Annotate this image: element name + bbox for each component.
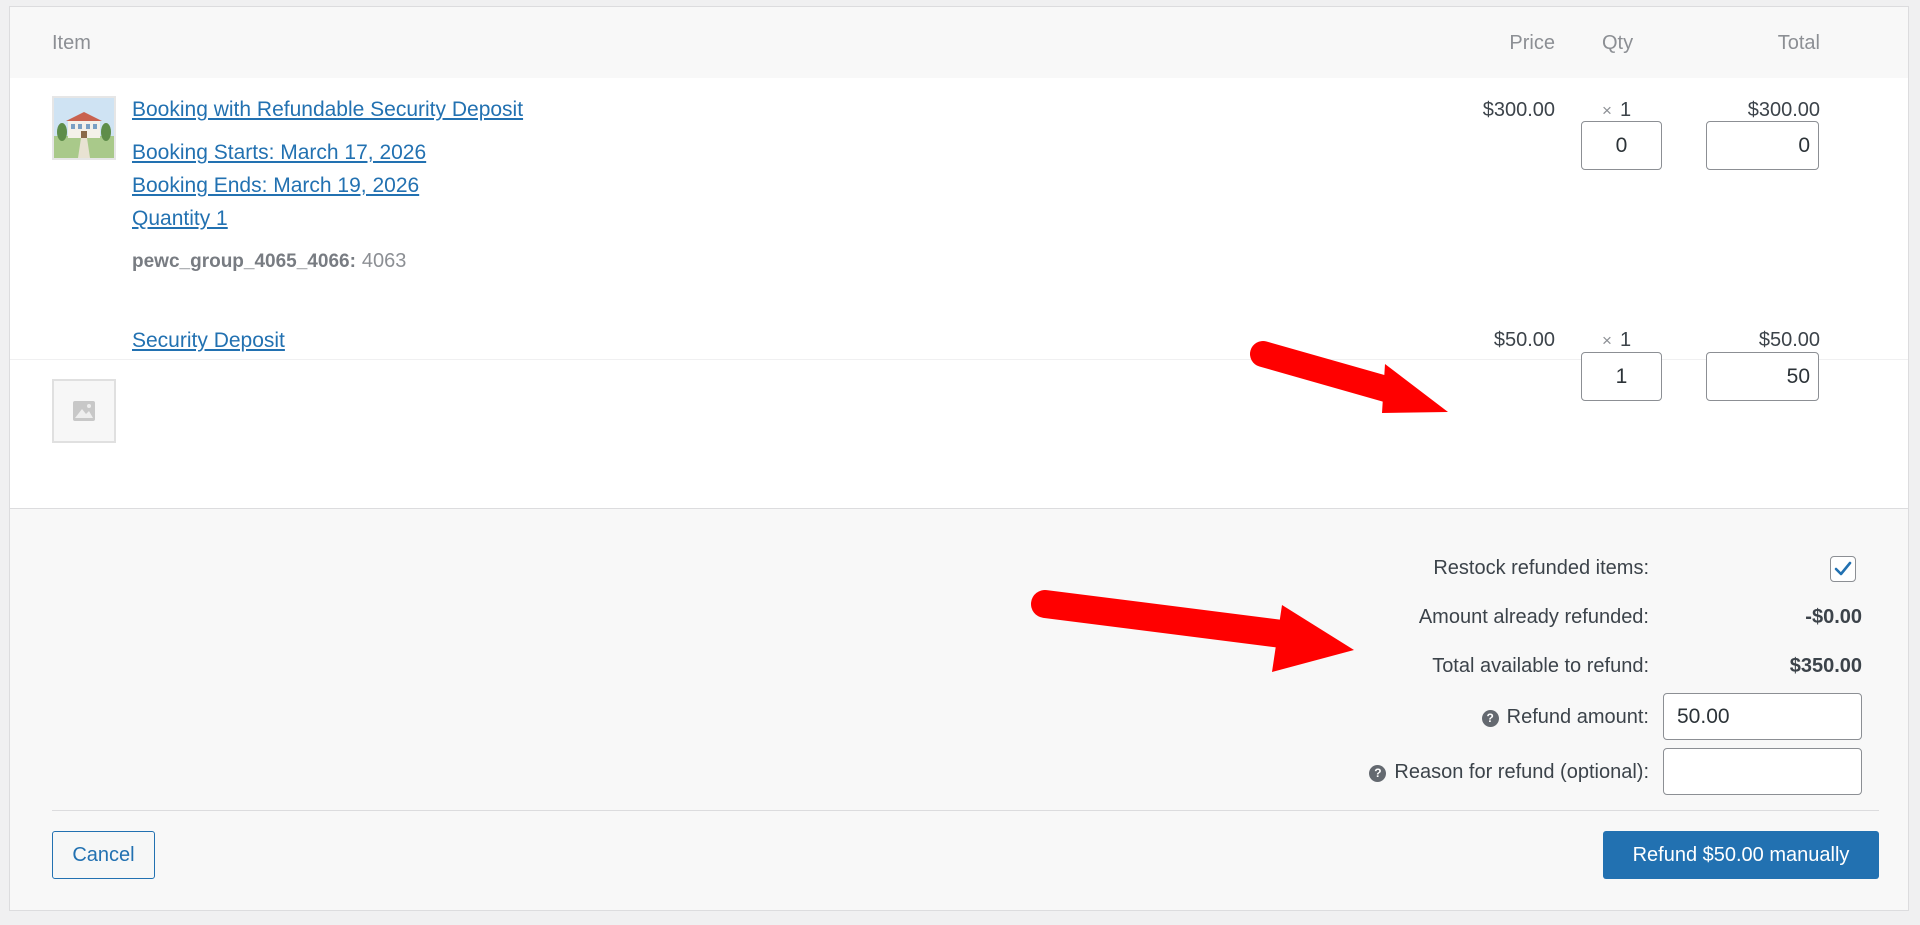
- row1-total: $300.00: [1747, 99, 1820, 121]
- refund-total-value-row2: 50: [1786, 364, 1810, 388]
- refund-qty-input-row1[interactable]: 0: [1581, 121, 1662, 170]
- villa-image: [54, 98, 114, 158]
- product-thumbnail-villa[interactable]: [52, 96, 116, 160]
- product-link-booking[interactable]: Booking with Refundable Security Deposit: [132, 98, 523, 122]
- help-icon[interactable]: ?: [1481, 710, 1499, 727]
- refund-reason-input[interactable]: [1663, 748, 1862, 795]
- checkmark-icon: [1834, 561, 1852, 576]
- restock-checkbox[interactable]: [1830, 556, 1856, 582]
- header-total: Total: [1777, 32, 1820, 54]
- available-to-refund-value: $350.00: [1789, 655, 1862, 677]
- row2-price: $50.00: [1493, 329, 1555, 351]
- items-table-body: Booking with Refundable Security Deposit…: [10, 78, 1908, 509]
- booking-starts-link[interactable]: Booking Starts: March 17, 2026: [132, 141, 426, 165]
- refund-amount-input[interactable]: 50.00: [1663, 693, 1862, 740]
- refund-qty-input-row2[interactable]: 1: [1581, 352, 1662, 401]
- times-icon: ×: [1602, 101, 1612, 120]
- items-table-header: Item Price Qty Total: [10, 7, 1908, 79]
- cancel-button[interactable]: Cancel: [52, 831, 155, 879]
- meta-value: 4063: [361, 250, 407, 272]
- refund-total-input-row1[interactable]: 0: [1706, 121, 1819, 170]
- product-link-security-deposit[interactable]: Security Deposit: [132, 329, 285, 353]
- available-to-refund-label: Total available to refund:: [1432, 655, 1649, 677]
- refund-qty-value-row1: 0: [1615, 133, 1628, 157]
- refund-qty-value-row2: 1: [1615, 364, 1628, 388]
- header-price: Price: [1509, 32, 1555, 54]
- refund-manually-button[interactable]: Refund $50.00 manually: [1603, 831, 1879, 879]
- restock-label: Restock refunded items:: [1433, 557, 1649, 579]
- help-icon[interactable]: ?: [1369, 765, 1387, 782]
- refund-reason-label: ? Reason for refund (optional):: [1369, 761, 1649, 784]
- header-qty: Qty: [1602, 32, 1634, 54]
- quantity-link[interactable]: Quantity 1: [132, 207, 228, 231]
- refund-reason-label-text: Reason for refund (optional):: [1394, 761, 1649, 783]
- refund-amount-label-text: Refund amount:: [1506, 706, 1649, 728]
- row2-qty-value: 1: [1619, 329, 1632, 351]
- meta-pewc-group: pewc_group_4065_4066: 4063: [132, 250, 406, 273]
- refund-order-panel: Item Price Qty Total Booking with Refund…: [9, 6, 1909, 911]
- refund-amount-label: ? Refund amount:: [1481, 706, 1649, 729]
- refund-total-value-row1: 0: [1798, 133, 1810, 157]
- header-item: Item: [52, 32, 91, 54]
- refund-total-input-row2[interactable]: 50: [1706, 352, 1819, 401]
- meta-key: pewc_group_4065_4066:: [132, 251, 356, 272]
- row1-qty-value: 1: [1619, 99, 1632, 121]
- already-refunded-label: Amount already refunded:: [1418, 606, 1649, 628]
- already-refunded-value: -$0.00: [1805, 606, 1862, 628]
- refund-amount-value: 50.00: [1677, 704, 1730, 728]
- row2-total: $50.00: [1758, 329, 1820, 351]
- row1-qty: × 1: [1602, 99, 1631, 122]
- booking-ends-link[interactable]: Booking Ends: March 19, 2026: [132, 174, 419, 198]
- actions-divider: [52, 810, 1879, 811]
- product-thumbnail-deposit[interactable]: [52, 379, 116, 443]
- row2-qty: × 1: [1602, 329, 1631, 352]
- times-icon: ×: [1602, 331, 1612, 350]
- placeholder-image-icon: [54, 381, 114, 441]
- row1-price: $300.00: [1482, 99, 1555, 121]
